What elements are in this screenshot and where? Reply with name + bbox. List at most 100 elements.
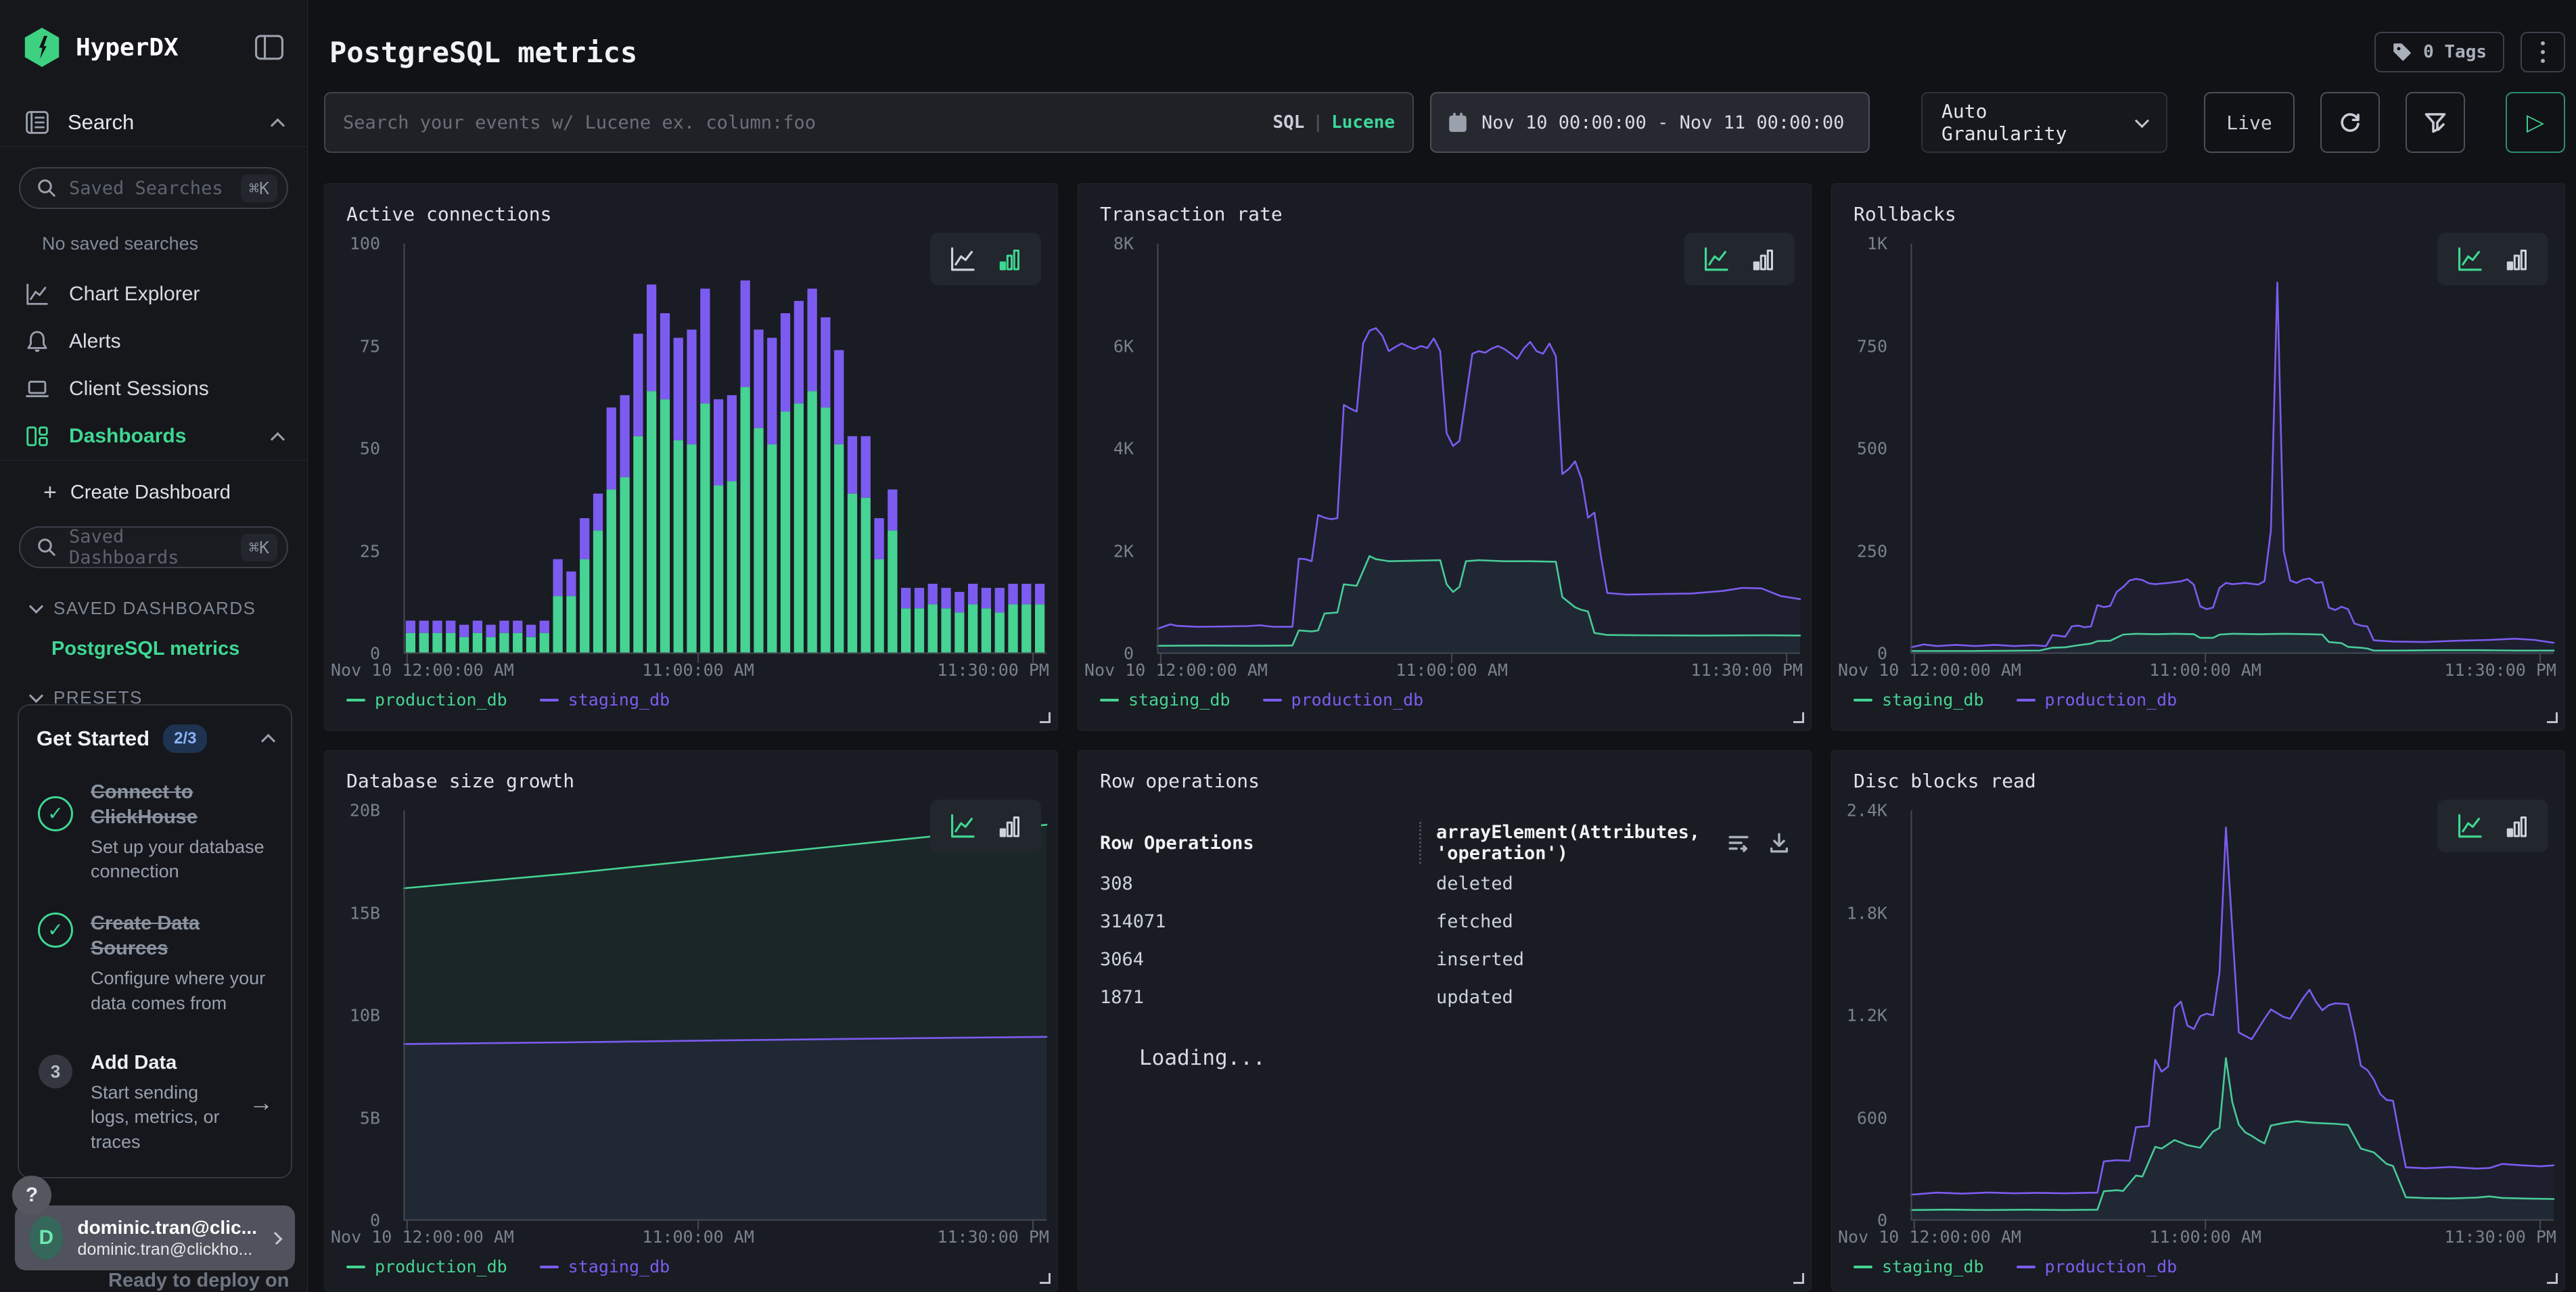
y-axis-label: 100: [350, 234, 380, 254]
legend-label: staging_db: [568, 690, 670, 710]
cell-operation: updated: [1419, 987, 1791, 1008]
sidebar-item-search[interactable]: Search: [0, 100, 307, 145]
sidebar-item-alerts[interactable]: Alerts: [0, 319, 307, 364]
lucene-toggle[interactable]: Lucene: [1331, 112, 1395, 133]
bar-chart-icon[interactable]: [1750, 245, 1777, 273]
legend-item[interactable]: production_db: [346, 1257, 507, 1276]
y-axis: 1K7505002500: [1832, 244, 1906, 653]
table-row[interactable]: 3064 inserted: [1100, 940, 1791, 978]
run-query-button[interactable]: ▷: [2506, 92, 2565, 153]
legend-label: production_db: [375, 1257, 507, 1276]
filter-icon: [2423, 110, 2447, 135]
sidebar-item-postgresql-metrics[interactable]: PostgreSQL metrics: [51, 638, 307, 660]
line-chart-icon[interactable]: [2455, 812, 2483, 840]
tags-button[interactable]: 0 Tags: [2374, 32, 2504, 72]
get-started-step-1[interactable]: ✓ Connect to ClickHouse Set up your data…: [37, 780, 273, 884]
legend-item[interactable]: staging_db: [1854, 690, 1984, 710]
column-header[interactable]: arrayElement(Attributes, 'operation'): [1419, 822, 1727, 864]
sidebar-item-client-sessions[interactable]: Client Sessions: [0, 367, 307, 411]
chevron-down-icon: [29, 599, 43, 614]
chart-legend: staging_db production_db: [1854, 690, 2177, 710]
chart-type-toggle[interactable]: [1684, 233, 1795, 285]
legend-label: staging_db: [1128, 690, 1230, 710]
table-row[interactable]: 308 deleted: [1100, 864, 1791, 902]
chart-legend: staging_db production_db: [1100, 690, 1423, 710]
chart-plot[interactable]: [1911, 810, 2554, 1220]
chart-legend: staging_db production_db: [1854, 1257, 2177, 1276]
chart-plot[interactable]: [1911, 244, 2554, 653]
chart-type-toggle[interactable]: [2437, 800, 2548, 852]
chart-plot[interactable]: [404, 810, 1046, 1220]
sidebar-item-chart-explorer[interactable]: Chart Explorer: [0, 272, 307, 317]
legend-item[interactable]: staging_db: [1100, 690, 1230, 710]
step-title: Create Data Sources: [91, 911, 273, 962]
sidebar-item-dashboards[interactable]: Dashboards: [0, 414, 307, 459]
download-icon[interactable]: [1768, 831, 1791, 854]
event-search-input[interactable]: Search your events w/ Lucene ex. column:…: [324, 92, 1414, 153]
avatar: D: [30, 1216, 63, 1260]
create-dashboard-button[interactable]: + Create Dashboard: [43, 480, 307, 506]
y-axis-label: 10B: [350, 1006, 380, 1025]
get-started-step-2[interactable]: ✓ Create Data Sources Configure where yo…: [37, 911, 273, 1015]
chart-type-toggle[interactable]: [2437, 233, 2548, 285]
legend-swatch: [540, 699, 559, 701]
saved-searches-input[interactable]: Saved Searches ⌘K: [19, 167, 288, 209]
refresh-button[interactable]: [2320, 92, 2380, 153]
bar-chart-icon[interactable]: [2504, 812, 2531, 840]
y-axis-label: 750: [1857, 336, 1887, 356]
time-range-picker[interactable]: Nov 10 00:00:00 - Nov 11 00:00:00: [1430, 92, 1870, 153]
legend-item[interactable]: production_db: [2017, 690, 2178, 710]
bar-chart-icon[interactable]: [996, 812, 1024, 840]
chart-plot[interactable]: [1157, 244, 1800, 653]
x-axis-label: Nov 10 12:00:00 AM: [1084, 660, 1268, 680]
chevron-up-icon[interactable]: [271, 432, 285, 446]
x-axis-label: Nov 10 12:00:00 AM: [1838, 660, 2021, 680]
legend-item[interactable]: staging_db: [540, 690, 670, 710]
granularity-select[interactable]: Auto Granularity: [1921, 92, 2167, 153]
legend-item[interactable]: staging_db: [1854, 1257, 1984, 1276]
wrap-text-icon[interactable]: [1727, 831, 1750, 854]
chart-plot[interactable]: [404, 244, 1046, 653]
sidebar-collapse-icon[interactable]: [254, 34, 284, 61]
chart-explorer-label: Chart Explorer: [69, 283, 200, 306]
saved-dashboards-header-label: SAVED DASHBOARDS: [53, 598, 256, 619]
chart-type-toggle[interactable]: [930, 800, 1041, 852]
filter-button[interactable]: [2406, 92, 2465, 153]
line-chart-icon[interactable]: [948, 812, 976, 840]
line-chart-icon[interactable]: [948, 245, 976, 273]
get-started-step-3[interactable]: 3 Add Data Start sending logs, metrics, …: [37, 1051, 273, 1154]
more-options-button[interactable]: [2521, 32, 2565, 72]
legend-item[interactable]: staging_db: [540, 1257, 670, 1276]
main-content: PostgreSQL metrics 0 Tags Search your ev…: [308, 0, 2576, 1292]
legend-item[interactable]: production_db: [2017, 1257, 2178, 1276]
step-number-badge: 3: [39, 1055, 72, 1088]
kbd-shortcut: ⌘K: [241, 534, 277, 561]
table-row[interactable]: 314071 fetched: [1100, 902, 1791, 940]
bar-chart-icon[interactable]: [2504, 245, 2531, 273]
chevron-up-icon[interactable]: [261, 734, 275, 748]
help-button[interactable]: ?: [12, 1176, 51, 1215]
legend-label: staging_db: [1882, 690, 1984, 710]
table-row[interactable]: 1871 updated: [1100, 978, 1791, 1016]
get-started-header[interactable]: Get Started 2/3: [37, 724, 273, 753]
x-axis: Nov 10 12:00:00 AM11:00:00 AM11:30:00 PM: [1911, 1227, 2554, 1249]
y-axis: 20B15B10B5B0: [325, 810, 399, 1220]
live-button[interactable]: Live: [2204, 92, 2295, 153]
app-window: HyperDX Search Saved Searches ⌘K No save…: [0, 0, 2576, 1292]
line-chart-icon[interactable]: [2455, 245, 2483, 273]
user-menu[interactable]: D dominic.tran@clic... dominic.tran@clic…: [15, 1205, 295, 1270]
sql-toggle[interactable]: SQL: [1272, 112, 1304, 133]
column-header[interactable]: Row Operations: [1100, 833, 1419, 854]
bar-chart-icon[interactable]: [996, 245, 1024, 273]
sidebar: HyperDX Search Saved Searches ⌘K No save…: [0, 0, 308, 1292]
y-axis-label: 75: [360, 336, 380, 356]
chart-type-toggle[interactable]: [930, 233, 1041, 285]
table-header[interactable]: Row Operations arrayElement(Attributes, …: [1100, 821, 1791, 864]
legend-item[interactable]: production_db: [346, 690, 507, 710]
legend-item[interactable]: production_db: [1263, 690, 1424, 710]
saved-dashboards-header[interactable]: SAVED DASHBOARDS: [31, 598, 307, 619]
chevron-up-icon[interactable]: [271, 118, 285, 132]
search-icon: [37, 537, 57, 557]
line-chart-icon[interactable]: [1701, 245, 1730, 273]
saved-dashboards-input[interactable]: Saved Dashboards ⌘K: [19, 526, 288, 568]
